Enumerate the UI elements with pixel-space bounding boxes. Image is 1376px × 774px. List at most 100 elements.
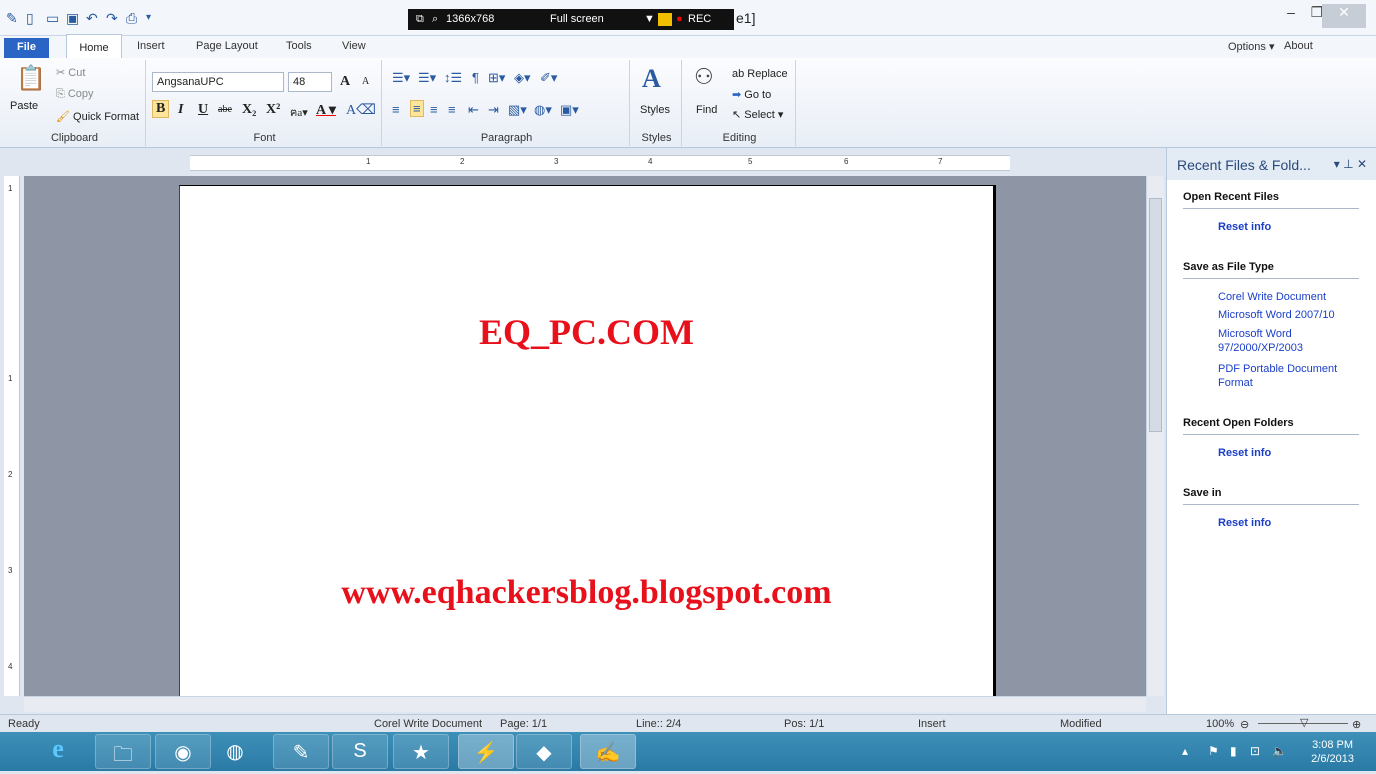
strikethrough-button[interactable]: abe [218,104,232,115]
write-icon[interactable]: ✍ [580,734,636,769]
font-size-select[interactable]: 48 [288,72,332,92]
tab-view[interactable]: View [342,40,366,52]
grow-font-icon[interactable]: A [340,74,350,90]
bullets-icon[interactable]: ☰▾ [392,70,410,86]
chrome-icon[interactable]: ◍ [207,734,263,769]
tab-file[interactable]: File [4,38,49,58]
about-menu[interactable]: About [1284,40,1313,52]
rec-label[interactable]: REC [688,13,711,25]
horizontal-scrollbar[interactable] [24,696,1146,712]
tab-page-layout[interactable]: Page Layout [196,40,258,52]
styles-button[interactable]: Styles [640,104,670,116]
copy-button[interactable]: ⎘ Copy [56,88,94,101]
zoom-out-icon[interactable]: ⊖ [1240,718,1249,731]
tray-expand-icon[interactable]: ▴ [1182,744,1188,758]
tab-home[interactable]: Home [66,34,122,59]
reset-info-link-2[interactable]: Reset info [1218,446,1368,460]
tab-insert[interactable]: Insert [137,40,165,52]
paragraph-mark-icon[interactable]: ¶ [472,70,479,85]
type-word-2007[interactable]: Microsoft Word 2007/10 [1218,308,1368,322]
increase-indent-icon[interactable]: ⇥ [488,102,499,118]
find-button[interactable]: Find [696,104,717,116]
underline-button[interactable]: U [198,102,208,118]
styles-icon[interactable]: A [642,64,661,94]
flag-icon[interactable]: ⚑ [1208,744,1219,758]
subscript-button[interactable]: X₂ [242,102,256,118]
recorder-dropdown-icon[interactable]: ▼ [644,13,655,25]
print-icon[interactable]: ⎙ [126,10,137,27]
highlight-icon[interactable]: ✐▾ [540,70,557,86]
numbering-icon[interactable]: ☰▾ [418,70,436,86]
font-color-button[interactable]: A ▾ [316,102,336,119]
binoculars-icon[interactable]: ⚇ [694,64,714,90]
document-heading[interactable]: EQ_PC.COM [180,311,993,353]
bold-button[interactable]: B [152,100,170,118]
cut-button[interactable]: ✂ Cut [56,66,85,79]
decrease-indent-icon[interactable]: ⇤ [468,102,479,118]
clear-format-icon[interactable]: A⌫ [346,102,376,119]
star-icon[interactable]: ★ [393,734,449,769]
paint-bucket-icon[interactable]: ◍▾ [534,102,552,118]
type-word-97[interactable]: Microsoft Word 97/2000/XP/2003 [1218,327,1338,355]
skype-icon[interactable]: S [332,734,388,769]
align-center-icon[interactable]: ≡ [410,100,424,117]
recorder-zoom-icon[interactable]: ⌕ [432,13,438,26]
type-pdf[interactable]: PDF Portable Document Format [1218,362,1354,390]
reset-info-link-1[interactable]: Reset info [1218,220,1368,234]
scroll-thumb[interactable] [1149,198,1162,432]
replace-button[interactable]: ab Replace [732,68,788,80]
recorder-mode[interactable]: Full screen [550,13,604,25]
shrink-font-icon[interactable]: A [362,76,369,87]
battery-icon[interactable]: ▮ [1230,744,1237,758]
clock[interactable]: 3:08 PM 2/6/2013 [1311,738,1354,766]
document-page[interactable]: EQ_PC.COM www.eqhackersblog.blogspot.com [179,185,996,696]
recorder-window-icon[interactable]: ⧉ [416,13,424,26]
redo-icon[interactable]: ↷ [106,10,118,27]
close-button[interactable]: ✕ [1322,4,1366,28]
paste-icon[interactable]: 📋 [16,64,46,93]
zoom-thumb[interactable]: ▽ [1300,716,1308,729]
reset-info-link-3[interactable]: Reset info [1218,516,1368,530]
line-spacing-icon[interactable]: ↕☰ [444,70,462,86]
type-corel-write[interactable]: Corel Write Document [1218,290,1368,304]
borders-icon[interactable]: ⊞▾ [488,70,505,86]
ie-icon[interactable]: e [30,734,86,769]
explorer-icon[interactable]: 🗀 [95,734,151,769]
picture-icon[interactable]: ▣▾ [560,102,579,118]
select-button[interactable]: ↖ Select ▾ [732,108,783,121]
tab-tools[interactable]: Tools [286,40,312,52]
justify-icon[interactable]: ≡ [448,102,456,117]
camera-icon[interactable] [658,13,672,26]
status-insert[interactable]: Insert [918,718,946,730]
align-right-icon[interactable]: ≡ [430,102,438,117]
paint-icon[interactable]: ✎ [273,734,329,769]
pen-icon[interactable]: ✎ [6,10,18,27]
font-name-select[interactable]: AngsanaUPC [152,72,284,92]
goto-button[interactable]: ➡ Go to [732,88,771,101]
italic-button[interactable]: I [178,102,183,118]
align-left-icon[interactable]: ≡ [392,102,400,117]
horizontal-ruler[interactable]: 1 2 3 4 5 6 7 [190,155,1010,171]
recorder-resolution[interactable]: 1366x768 [446,13,494,25]
superscript-button[interactable]: X² [266,102,280,118]
quick-format-button[interactable]: 🖌 Quick Format [56,110,139,123]
save-icon[interactable]: ▣ [66,10,79,27]
glass-icon[interactable]: ◆ [516,734,572,769]
undo-icon[interactable]: ↶ [86,10,98,27]
firefox-icon[interactable]: ◉ [155,734,211,769]
shading-icon[interactable]: ◈▾ [514,70,531,86]
fill-icon[interactable]: ▧▾ [508,102,527,118]
change-case-button[interactable]: ฅa▾ [290,103,308,121]
paste-button[interactable]: Paste [10,100,38,112]
new-icon[interactable]: ▯ [26,10,34,27]
vertical-ruler[interactable]: 1 1 2 3 4 [4,176,20,696]
network-icon[interactable]: ⊡ [1250,744,1260,758]
zoom-in-icon[interactable]: ⊕ [1352,718,1361,731]
panel-close-icon[interactable]: ▾ ⊥ ✕ [1334,157,1367,171]
vertical-scrollbar[interactable] [1146,176,1164,696]
open-icon[interactable]: ▭ [46,10,59,27]
options-menu[interactable]: Options ▾ [1228,40,1275,53]
volume-icon[interactable]: 🔈 [1272,744,1287,758]
document-url-text[interactable]: www.eqhackersblog.blogspot.com [180,574,993,612]
customize-icon[interactable]: ▾ [146,12,151,23]
